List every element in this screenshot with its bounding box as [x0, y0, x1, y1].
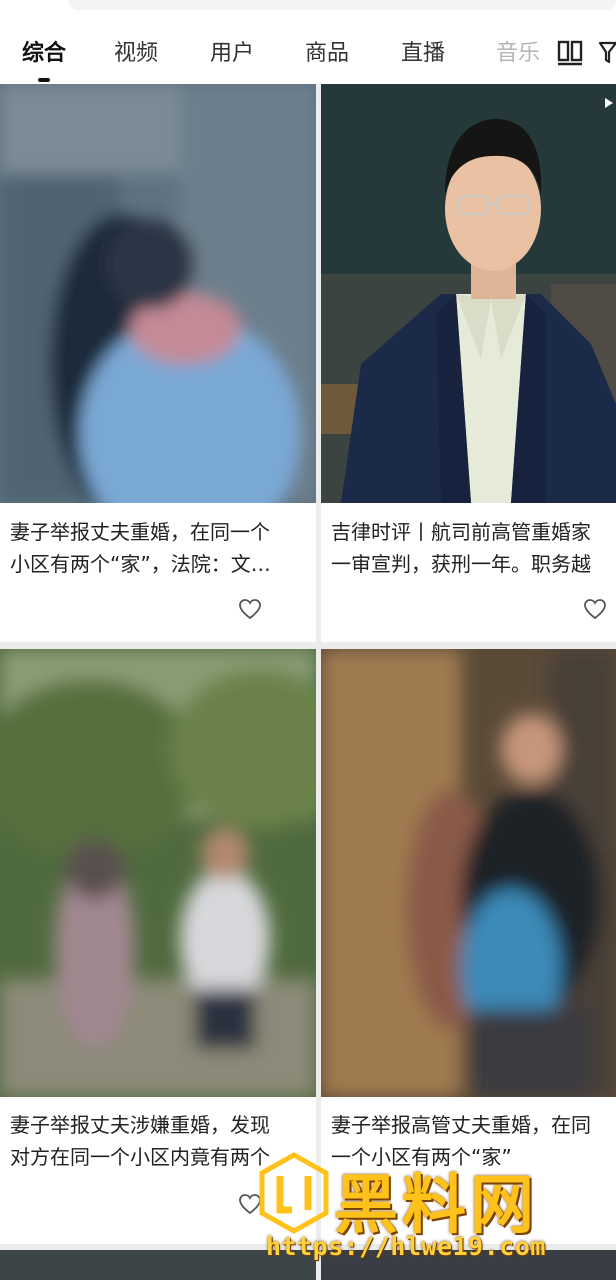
video-card[interactable]: 妻子举报丈夫重婚，在同一个 小区有两个“家”，法院：文… [0, 84, 316, 642]
tab-live[interactable]: 直播 [401, 36, 445, 72]
brand-logo-icon [259, 1152, 329, 1234]
heart-icon[interactable] [583, 598, 607, 620]
search-bar[interactable] [68, 0, 616, 10]
double-column-icon[interactable] [557, 38, 583, 68]
video-thumbnail [321, 649, 616, 1097]
watermark: 黑料网 https://hlwe19.com [258, 1150, 616, 1280]
card-title: 吉律时评丨航司前高管重婚家 一审宣判，获刑一年。职务越 [331, 520, 591, 576]
tab-products[interactable]: 商品 [305, 36, 349, 72]
category-tabs: 综合 视频 用户 商品 直播 音乐 [0, 36, 616, 72]
video-card[interactable]: 吉律时评丨航司前高管重婚家 一审宣判，获刑一年。职务越 [321, 84, 616, 642]
top-bar: 综合 视频 用户 商品 直播 音乐 [0, 0, 616, 84]
video-thumbnail [321, 84, 616, 503]
tab-music[interactable]: 音乐 [496, 36, 540, 72]
video-thumbnail [0, 649, 316, 1097]
filter-icon[interactable] [598, 38, 616, 68]
tab-users[interactable]: 用户 [210, 36, 254, 72]
active-tab-indicator [38, 78, 50, 82]
video-thumbnail [0, 84, 316, 503]
watermark-url: https://hlwe19.com [266, 1232, 546, 1261]
card-title: 妻子举报丈夫重婚，在同一个 小区有两个“家”，法院：文… [10, 520, 271, 576]
tab-comprehensive[interactable]: 综合 [22, 36, 66, 72]
tab-video[interactable]: 视频 [114, 36, 158, 72]
heart-icon[interactable] [238, 598, 262, 620]
